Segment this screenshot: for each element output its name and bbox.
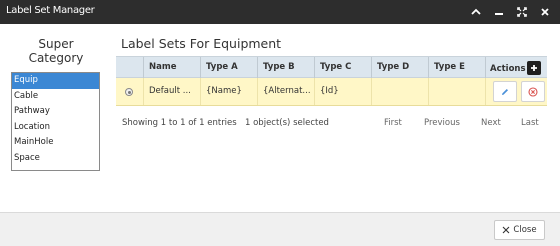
cell-type-a: {Name}	[200, 78, 257, 105]
category-item-mainhole[interactable]: MainHole	[12, 135, 99, 151]
header-actions-label: Actions	[490, 64, 526, 74]
header-name[interactable]: Name	[143, 57, 200, 78]
grid-header: Name Type A Type B Type C Type D Type E …	[116, 56, 547, 78]
delete-button[interactable]	[521, 81, 545, 102]
window-titlebar: Label Set Manager	[0, 0, 560, 24]
page-title: Label Sets For Equipment	[121, 36, 282, 51]
super-category-title-line2: Category	[28, 51, 84, 65]
cell-name: Default ...	[143, 78, 200, 105]
pencil-icon	[502, 88, 508, 95]
entries-info: Showing 1 to 1 of 1 entries	[122, 118, 237, 128]
selection-info: 1 object(s) selected	[245, 118, 329, 128]
cell-type-e	[428, 78, 485, 105]
close-icon[interactable]	[533, 3, 556, 21]
header-type-b[interactable]: Type B	[257, 57, 314, 78]
header-type-e[interactable]: Type E	[428, 57, 485, 78]
label-sets-grid: Name Type A Type B Type C Type D Type E …	[116, 56, 547, 106]
window-controls	[464, 3, 556, 21]
plus-icon	[531, 65, 537, 71]
minimize-icon[interactable]	[487, 3, 510, 21]
header-type-d[interactable]: Type D	[371, 57, 428, 78]
super-category-list[interactable]: Equip Cable Pathway Location MainHole Sp…	[11, 72, 100, 171]
pager-first[interactable]: First	[384, 118, 402, 128]
category-item-equip[interactable]: Equip	[12, 73, 99, 89]
cell-type-d	[371, 78, 428, 105]
close-x-icon	[503, 226, 510, 234]
edit-button[interactable]	[493, 81, 517, 102]
chevron-up-icon[interactable]	[464, 3, 487, 21]
header-name-label: Name	[149, 62, 177, 72]
header-type-a[interactable]: Type A	[200, 57, 257, 78]
close-button[interactable]: Close	[494, 220, 545, 240]
pager-next[interactable]: Next	[481, 118, 501, 128]
table-row[interactable]: Default ... {Name} {Alternat... {Id}	[116, 78, 547, 106]
dialog-footer: Close	[0, 212, 560, 246]
super-category-title-line1: Super	[38, 37, 74, 51]
cell-type-b: {Alternat...	[257, 78, 314, 105]
delete-circle-icon	[528, 86, 538, 97]
header-type-c[interactable]: Type C	[314, 57, 371, 78]
pager-previous[interactable]: Previous	[424, 118, 460, 128]
add-label-set-button[interactable]	[527, 61, 541, 75]
cell-type-c: {Id}	[314, 78, 371, 105]
category-item-space[interactable]: Space	[12, 151, 99, 167]
category-item-location[interactable]: Location	[12, 120, 99, 136]
category-item-pathway[interactable]: Pathway	[12, 104, 99, 120]
row-radio[interactable]	[125, 88, 133, 96]
window-title: Label Set Manager	[6, 5, 95, 16]
cell-actions	[485, 78, 547, 105]
row-select-cell[interactable]	[116, 78, 143, 105]
category-item-cable[interactable]: Cable	[12, 89, 99, 105]
super-category-title: Super Category	[11, 37, 101, 65]
pager-last[interactable]: Last	[521, 118, 539, 128]
super-category-panel: Super Category Equip Cable Pathway Locat…	[11, 37, 101, 171]
close-button-label: Close	[513, 225, 537, 235]
maximize-icon[interactable]	[510, 3, 533, 21]
header-select	[116, 57, 143, 78]
